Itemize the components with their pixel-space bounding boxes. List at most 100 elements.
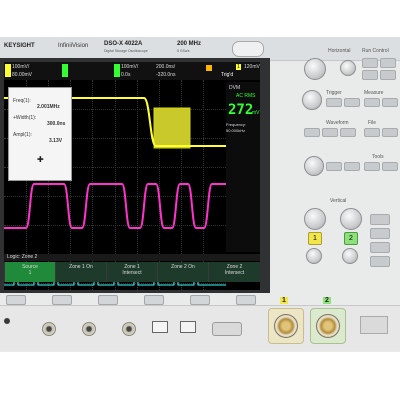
sample-rate-label: 5 GSa/s xyxy=(177,49,190,53)
horizontal-position-knob[interactable] xyxy=(340,60,356,76)
model-name: DSO-X 4022A xyxy=(104,41,143,47)
softkey-source-value: 1 xyxy=(28,270,32,276)
zone-title-bar: Logic: Zone 2 xyxy=(4,254,260,261)
math-button[interactable] xyxy=(370,214,390,225)
softkey-zone2-mode-value: Intersect xyxy=(224,270,245,276)
run-control-label: Run Control xyxy=(362,48,389,54)
trigger-zone-box xyxy=(153,107,191,149)
ch2-scale-knob[interactable] xyxy=(340,208,362,230)
softkey-zone1-mode[interactable]: Zone 1 Intersect xyxy=(106,262,157,282)
usb-port-2 xyxy=(180,321,196,333)
print-button[interactable] xyxy=(382,128,398,137)
probe-comp-port-3 xyxy=(122,322,136,336)
file-label: File xyxy=(368,120,377,126)
quick-action-button[interactable] xyxy=(344,162,360,171)
softkey-button-2[interactable] xyxy=(52,295,72,305)
ch1-input-label: 1 xyxy=(280,297,288,304)
force-trigger-button[interactable] xyxy=(344,98,360,107)
analyze-button[interactable] xyxy=(364,162,380,171)
softkey-button-3[interactable] xyxy=(98,295,118,305)
measure-label: Measure xyxy=(364,90,384,96)
mega-zoom-badge xyxy=(232,41,264,57)
ch2-scale: 100mV/ xyxy=(121,64,139,70)
ch1-button[interactable]: 1 xyxy=(308,232,322,245)
ch1-offset: 80.00mV xyxy=(12,72,33,78)
dvm-mode: AC RMS xyxy=(236,93,256,99)
bandwidth-label: 200 MHz xyxy=(177,41,202,47)
width-label: +Width(1): xyxy=(13,115,37,121)
timebase-delay: -320.0ns xyxy=(156,72,176,78)
usb-port-1 xyxy=(152,321,168,333)
softkey-row: Source 1 Zone 1 On Zone 1 Intersect Zone… xyxy=(4,262,260,282)
dvm-value: 272 xyxy=(228,102,254,118)
trigger-label: Trigger xyxy=(326,90,342,96)
freq-value: 2.001MHz xyxy=(37,104,60,110)
probe-comp-port-1 xyxy=(42,322,56,336)
model-subtitle: Digital Storage Oscilloscope xyxy=(104,49,148,53)
status-bar: 100mV/ 80.00mV 100mV/ 0.0s 200.0ns/ -320… xyxy=(4,62,260,80)
run-stop-button[interactable] xyxy=(362,58,378,68)
softkey-button-5[interactable] xyxy=(190,295,210,305)
ch1-bnc-input[interactable] xyxy=(274,314,298,338)
softkey-zone1-on[interactable]: Zone 1 On xyxy=(55,262,106,282)
single-button[interactable] xyxy=(380,58,396,68)
entry-knob[interactable] xyxy=(304,156,324,176)
freq-label: Freq(1): xyxy=(13,98,31,104)
ch2-bnc-input[interactable] xyxy=(316,314,340,338)
horizontal-label: Horizontal xyxy=(328,48,351,54)
probe-comp-port-2 xyxy=(82,322,96,336)
softkey-source[interactable]: Source 1 xyxy=(4,262,55,282)
ch2-indicator-chip xyxy=(114,64,120,77)
acquire-button[interactable] xyxy=(304,128,320,137)
ampl-label: Ampl(1): xyxy=(13,132,32,138)
horizontal-scale-knob[interactable] xyxy=(304,58,326,80)
dvm-freq-value: 50.000kHz xyxy=(226,128,246,133)
softkey-zone1-mode-value: Intersect xyxy=(122,270,142,276)
trigger-level-knob[interactable] xyxy=(302,90,322,110)
ext-trigger-panel xyxy=(360,316,388,334)
ch1-color-chip xyxy=(5,64,11,77)
auto-scale-button[interactable] xyxy=(380,70,396,80)
ch1-position-knob[interactable] xyxy=(306,248,322,264)
wavegen-button[interactable] xyxy=(382,162,398,171)
ch2-position-knob[interactable] xyxy=(342,248,358,264)
trigger-mode: Trig'd xyxy=(221,72,234,78)
clear-display-button[interactable] xyxy=(340,128,356,137)
ampl-value: 3.13V xyxy=(49,138,63,144)
dvm-title: DVM xyxy=(229,85,241,91)
softkey-zone2-mode[interactable]: Zone 2 Intersect xyxy=(208,262,260,282)
timebase-scale: 200.0ns/ xyxy=(156,64,176,70)
softkey-button-4[interactable] xyxy=(144,295,164,305)
ch1-scale: 100mV/ xyxy=(12,64,30,70)
power-button[interactable] xyxy=(4,318,10,324)
softkey-zone2-on[interactable]: Zone 2 On xyxy=(157,262,208,282)
module-slot xyxy=(212,322,242,336)
softkey-button-1[interactable] xyxy=(6,295,26,305)
cursors-button[interactable] xyxy=(364,98,380,107)
dvm-freq-label: Frequency: xyxy=(226,122,247,127)
vertical-label: Vertical xyxy=(330,198,347,204)
dvm-unit: mV xyxy=(252,110,260,116)
control-panel: Horizontal Run Control Trigger Measure W… xyxy=(296,46,400,296)
digital-button[interactable] xyxy=(370,242,390,253)
trigger-button[interactable] xyxy=(326,98,342,107)
ch1-scale-knob[interactable] xyxy=(304,208,326,230)
ch2-offset: 0.0s xyxy=(121,72,131,78)
series-name: InfiniiVision xyxy=(58,43,89,49)
trigger-run-icon xyxy=(206,65,212,71)
meas-button[interactable] xyxy=(382,98,398,107)
waveform-label: Waveform xyxy=(326,120,349,126)
keysight-logo: KEYSIGHT xyxy=(4,43,35,49)
display-button[interactable] xyxy=(322,128,338,137)
cursor-icon: ✚ xyxy=(37,155,44,164)
softkey-button-6[interactable] xyxy=(236,295,256,305)
default-setup-button[interactable] xyxy=(362,70,378,80)
measurement-popup[interactable]: Freq(1): 2.001MHz +Width(1): 300.0ns Amp… xyxy=(8,87,72,181)
trigger-source: 1 xyxy=(236,64,241,70)
serial-button[interactable] xyxy=(370,256,390,267)
ch2-button[interactable]: 2 xyxy=(344,232,358,245)
utility-button[interactable] xyxy=(326,162,342,171)
softkey-zone1-on-label: Zone 1 On xyxy=(69,264,93,270)
ref-button[interactable] xyxy=(370,228,390,239)
save-recall-button[interactable] xyxy=(364,128,380,137)
